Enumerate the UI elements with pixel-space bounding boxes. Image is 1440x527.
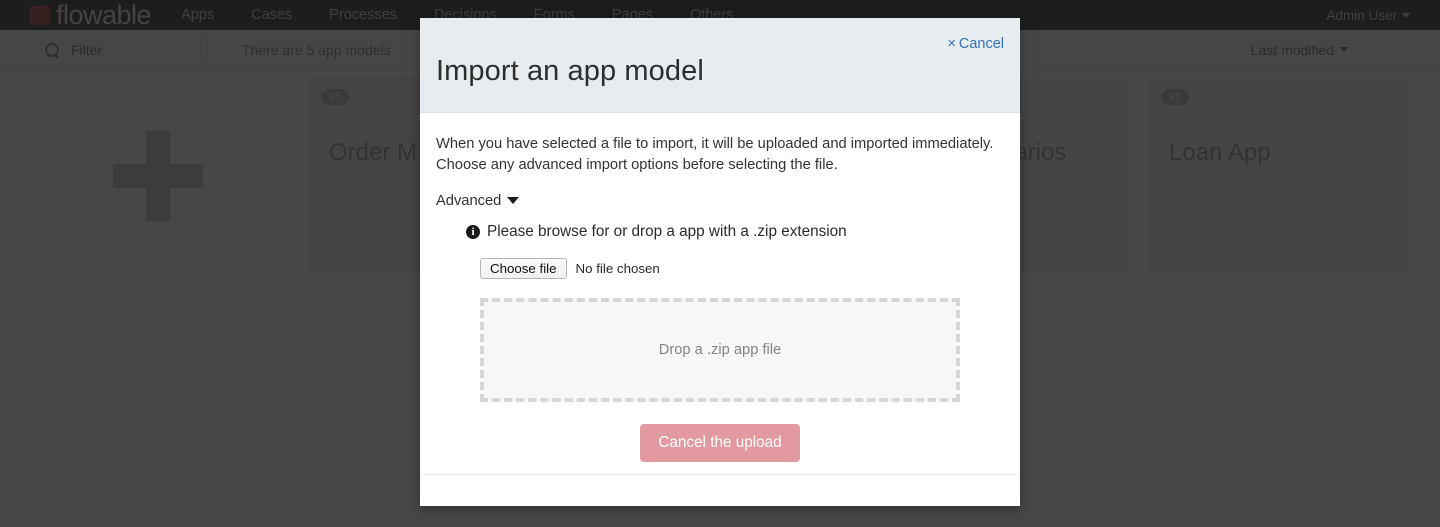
advanced-options-label: Advanced (436, 192, 502, 209)
dialog-body: When you have selected a file to import,… (420, 113, 1020, 474)
dialog-actions: Cancel the upload (436, 423, 1004, 462)
info-icon: i (466, 224, 480, 239)
selected-file-name: No file chosen (575, 260, 660, 276)
intro-text-line-1: When you have selected a file to import,… (436, 136, 994, 152)
cancel-link-label: Cancel (958, 36, 1004, 52)
file-dropzone[interactable]: Drop a .zip app file (480, 297, 960, 402)
upload-hint: i Please browse for or drop a app with a… (466, 223, 1004, 241)
dialog-footer (420, 474, 1020, 506)
import-app-model-dialog: × Cancel Import an app model When you hav… (420, 18, 1020, 506)
dialog-header: × Cancel Import an app model (420, 18, 1020, 113)
chevron-down-icon (507, 197, 520, 205)
file-dropzone-label: Drop a .zip app file (658, 341, 782, 358)
cancel-upload-button[interactable]: Cancel the upload (640, 423, 800, 462)
file-input-row[interactable]: Choose file No file chosen (480, 257, 1004, 279)
advanced-options-toggle[interactable]: Advanced (436, 192, 520, 209)
cancel-link[interactable]: × Cancel (947, 36, 1004, 52)
intro-text-line-2: Choose any advanced import options befor… (436, 157, 838, 174)
upload-hint-text: Please browse for or drop a app with a .… (487, 222, 847, 240)
close-icon: × (947, 36, 956, 52)
dialog-title: Import an app model (436, 55, 704, 87)
choose-file-button[interactable]: Choose file (480, 257, 567, 279)
